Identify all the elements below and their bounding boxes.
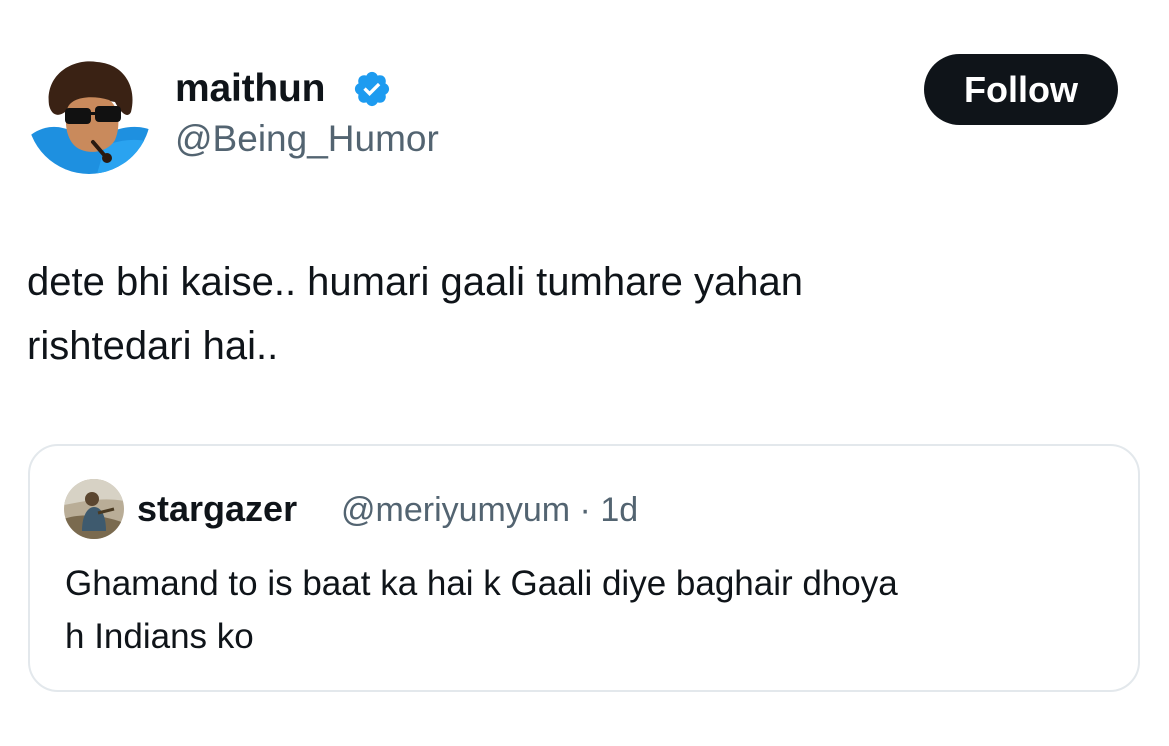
follow-button[interactable]: Follow bbox=[924, 54, 1118, 125]
quoted-avatar-image bbox=[64, 479, 124, 539]
author-name[interactable]: maithun bbox=[175, 65, 325, 113]
author-avatar[interactable] bbox=[27, 50, 151, 174]
quoted-timestamp[interactable]: 1d bbox=[600, 491, 638, 529]
verified-badge-icon bbox=[352, 69, 392, 109]
tweet-text: dete bhi kaise.. humari gaali tumhare ya… bbox=[27, 250, 1127, 378]
meta-separator: · bbox=[579, 491, 591, 529]
quoted-tweet-text: Ghamand to is baat ka hai k Gaali diye b… bbox=[65, 557, 1125, 663]
quoted-text-line: Ghamand to is baat ka hai k Gaali diye b… bbox=[65, 564, 898, 603]
tweet-card: maithun @Being_Humor Follow dete bhi kai… bbox=[0, 0, 1169, 746]
avatar-image bbox=[27, 50, 151, 174]
quoted-tweet[interactable]: stargazer @meriyumyum · 1d Ghamand to is… bbox=[28, 444, 1140, 692]
quoted-text-line: h Indians ko bbox=[65, 617, 254, 656]
quoted-author-handle[interactable]: @meriyumyum bbox=[341, 491, 570, 529]
tweet-text-line: dete bhi kaise.. humari gaali tumhare ya… bbox=[27, 260, 804, 304]
tweet-text-line: rishtedari hai.. bbox=[27, 324, 279, 368]
quoted-author-avatar[interactable] bbox=[64, 479, 124, 539]
author-handle[interactable]: @Being_Humor bbox=[175, 116, 439, 162]
quoted-author-meta: @meriyumyum · 1d bbox=[341, 489, 638, 531]
quoted-author-name[interactable]: stargazer bbox=[137, 487, 297, 531]
